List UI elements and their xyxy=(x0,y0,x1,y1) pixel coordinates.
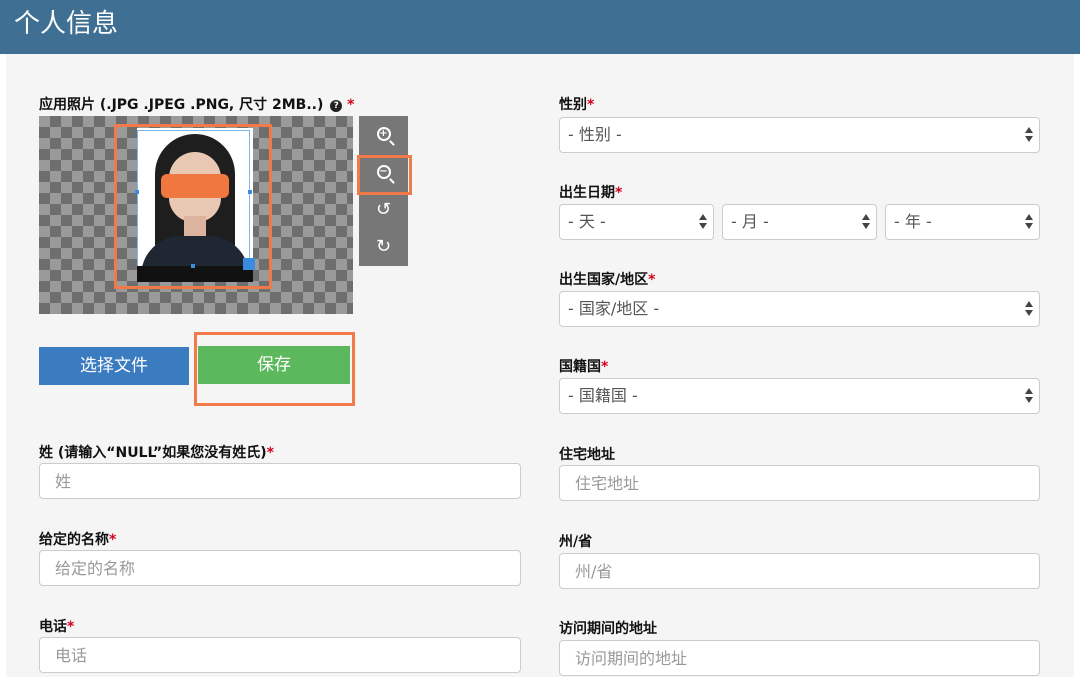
given-name-input[interactable] xyxy=(39,550,521,586)
birth-day-value: - 天 - xyxy=(568,212,606,231)
birth-year-select[interactable]: - 年 - xyxy=(885,204,1040,240)
required-mark: * xyxy=(587,97,595,113)
nationality-value: - 国籍国 - xyxy=(568,386,638,405)
select-arrows-icon xyxy=(862,214,870,230)
phone-label-text: 电话 xyxy=(39,619,67,635)
phone-label: 电话* xyxy=(39,618,74,636)
home-address-label: 住宅地址 xyxy=(559,447,615,463)
birth-country-value: - 国家/地区 - xyxy=(568,299,660,318)
select-arrows-icon xyxy=(1025,127,1033,143)
state-input[interactable] xyxy=(559,553,1040,589)
gender-label-text: 性别 xyxy=(559,97,587,113)
phone-input[interactable] xyxy=(39,637,521,673)
birth-date-label: 出生日期* xyxy=(559,184,622,202)
photo-highlight-box xyxy=(114,124,272,289)
gender-select-value: - 性别 - xyxy=(568,125,622,144)
visit-address-input[interactable] xyxy=(559,640,1040,676)
photo-label: 应用照片 (.JPG .JPEG .PNG, 尺寸 2MB..) ? * xyxy=(39,96,354,114)
given-name-label: 给定的名称* xyxy=(39,531,116,549)
visit-address-label: 访问期间的地址 xyxy=(559,621,657,637)
rotate-right-button[interactable]: ↻ xyxy=(359,228,408,265)
gender-label: 性别* xyxy=(559,96,594,114)
zoom-in-button[interactable]: + xyxy=(359,116,408,153)
birth-month-value: - 月 - xyxy=(731,212,769,231)
birth-month-select[interactable]: - 月 - xyxy=(722,204,877,240)
nationality-label: 国籍国* xyxy=(559,358,608,376)
select-arrows-icon xyxy=(1025,388,1033,404)
select-arrows-icon xyxy=(1025,301,1033,317)
birth-country-label-text: 出生国家/地区 xyxy=(559,272,649,288)
required-mark: * xyxy=(266,445,274,461)
required-mark: * xyxy=(67,619,75,635)
help-icon[interactable]: ? xyxy=(330,100,343,112)
surname-input[interactable] xyxy=(39,463,521,499)
state-label: 州/省 xyxy=(559,534,593,550)
surname-label-text: 姓 (请输入“NULL”如果您没有姓氏) xyxy=(39,445,267,461)
photo-label-text: 应用照片 (.JPG .JPEG .PNG, 尺寸 2MB..) xyxy=(39,97,324,113)
home-address-input[interactable] xyxy=(559,465,1040,501)
rotate-left-icon: ↺ xyxy=(375,199,392,220)
birth-date-label-text: 出生日期 xyxy=(559,185,615,201)
page-title: 个人信息 xyxy=(14,9,119,39)
nationality-select[interactable]: - 国籍国 - xyxy=(559,378,1040,414)
rotate-right-icon: ↻ xyxy=(375,236,392,257)
zoom-out-highlight-box xyxy=(357,155,412,195)
rotate-left-button[interactable]: ↺ xyxy=(359,191,408,228)
gender-select[interactable]: - 性别 - xyxy=(559,117,1040,153)
required-mark: * xyxy=(648,272,656,288)
save-highlight-box xyxy=(194,332,355,406)
birth-year-value: - 年 - xyxy=(894,212,932,231)
birth-day-select[interactable]: - 天 - xyxy=(559,204,714,240)
required-mark: * xyxy=(109,532,117,548)
birth-country-select[interactable]: - 国家/地区 - xyxy=(559,291,1040,327)
nationality-label-text: 国籍国 xyxy=(559,359,601,375)
page-header: 个人信息 xyxy=(0,0,1080,54)
given-name-label-text: 给定的名称 xyxy=(39,532,109,548)
select-arrows-icon xyxy=(1025,214,1033,230)
surname-label: 姓 (请输入“NULL”如果您没有姓氏)* xyxy=(39,444,274,462)
required-mark: * xyxy=(347,97,355,113)
zoom-in-icon: + xyxy=(376,127,391,141)
required-mark: * xyxy=(601,359,609,375)
birth-country-label: 出生国家/地区* xyxy=(559,271,655,289)
select-arrows-icon xyxy=(699,214,707,230)
required-mark: * xyxy=(615,185,623,201)
choose-file-button[interactable]: 选择文件 xyxy=(39,347,189,385)
